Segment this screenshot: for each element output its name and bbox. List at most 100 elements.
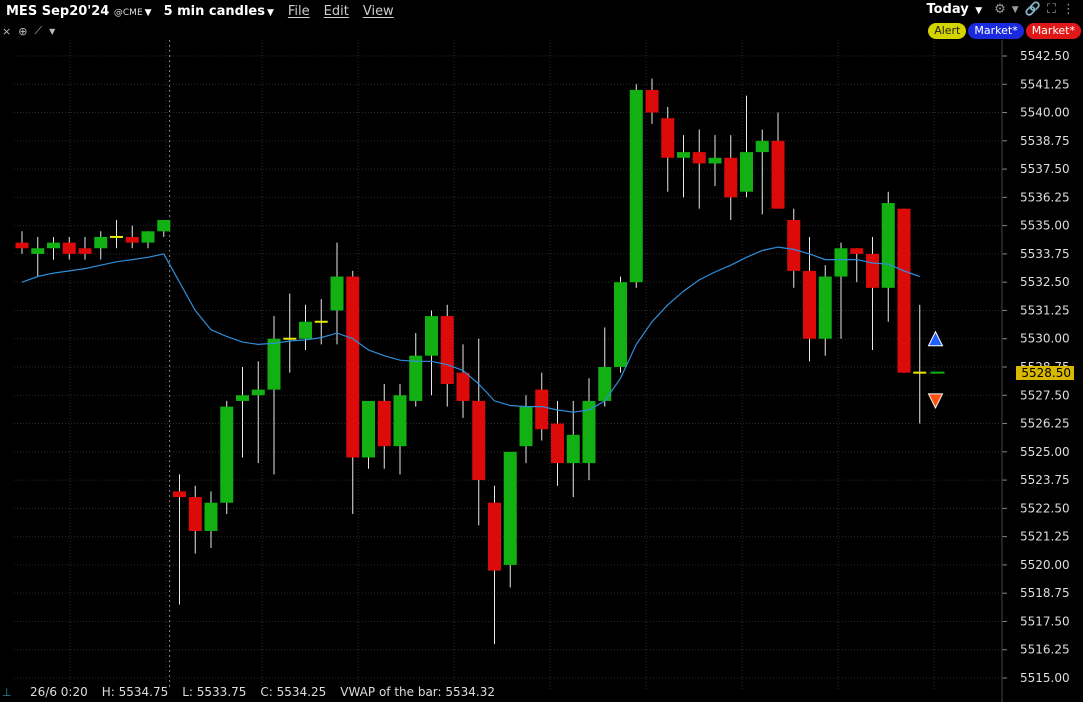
sell-order-marker[interactable] bbox=[927, 393, 944, 410]
menu-file[interactable]: File bbox=[288, 4, 310, 19]
more-icon[interactable]: ⋮ bbox=[1062, 2, 1075, 17]
candle bbox=[645, 78, 659, 124]
candle bbox=[299, 304, 312, 351]
header-tools: Today ▼ ⚙ ▼ 🔗 ⛶ ⋮ bbox=[926, 2, 1075, 17]
price-tick-label: 5535.00 bbox=[1020, 219, 1070, 233]
candle-body bbox=[157, 219, 171, 232]
candle-body bbox=[330, 276, 344, 311]
candle bbox=[740, 95, 753, 198]
candle-body bbox=[188, 497, 202, 531]
symbol-label[interactable]: MES Sep20'24 @CME ▼ bbox=[6, 4, 152, 19]
candle-body bbox=[661, 118, 675, 158]
candle bbox=[283, 293, 297, 373]
candle-body bbox=[566, 434, 580, 464]
candle bbox=[204, 491, 218, 548]
expand-icon[interactable]: ⛶ bbox=[1047, 2, 1056, 17]
candle-body bbox=[409, 355, 423, 401]
candle-body bbox=[645, 89, 659, 113]
candle-body bbox=[708, 157, 722, 164]
candle bbox=[551, 400, 564, 486]
candle-body bbox=[94, 236, 108, 249]
candle-body bbox=[866, 253, 879, 288]
candle bbox=[330, 242, 344, 345]
price-tick-label: 5542.50 bbox=[1020, 49, 1070, 63]
price-tick-label: 5518.75 bbox=[1020, 586, 1070, 600]
candle-body bbox=[488, 502, 501, 571]
candlestick-chart[interactable]: 5542.50 5541.25 5540.00 5538.75 5537.50 5536.… bbox=[0, 40, 1083, 702]
candle-body bbox=[425, 316, 438, 356]
alert-button[interactable]: Alert bbox=[928, 23, 967, 39]
candle bbox=[566, 400, 580, 498]
price-tick-label: 5530.00 bbox=[1020, 332, 1070, 346]
order-buttons: Alert Market* Market* bbox=[928, 23, 1081, 39]
menu-view[interactable]: View bbox=[363, 4, 394, 19]
price-tick-label: 5516.25 bbox=[1020, 643, 1070, 657]
candle-body bbox=[535, 389, 549, 430]
candle bbox=[897, 208, 911, 373]
candle bbox=[913, 304, 927, 424]
candle bbox=[866, 236, 879, 351]
status-close: C: 5534.25 bbox=[260, 685, 327, 699]
candle-body bbox=[472, 400, 486, 481]
candle bbox=[834, 242, 848, 339]
crosshair-icon[interactable]: ⊕ bbox=[16, 25, 27, 38]
price-tick-label: 5525.00 bbox=[1020, 445, 1070, 459]
status-date: 26/6 0:20 bbox=[30, 685, 88, 699]
drawing-toolbar: × ⊕ ⟋ ▼ bbox=[0, 22, 300, 40]
candle bbox=[503, 451, 517, 588]
candle bbox=[425, 310, 438, 396]
chevron-down-icon[interactable]: ▼ bbox=[47, 27, 55, 36]
chart-type-icon[interactable]: ⊥ bbox=[2, 686, 12, 699]
candle bbox=[881, 191, 895, 322]
last-price-tag: 5528.50 bbox=[1016, 365, 1074, 380]
price-tick-label: 5517.50 bbox=[1020, 614, 1070, 628]
close-icon[interactable]: × bbox=[0, 25, 11, 38]
candle-body bbox=[456, 372, 470, 401]
candle-body bbox=[267, 338, 281, 390]
candle bbox=[78, 236, 92, 260]
menu-edit[interactable]: Edit bbox=[324, 4, 349, 19]
gear-icon[interactable]: ⚙ bbox=[994, 2, 1006, 17]
candle-body bbox=[818, 276, 832, 339]
interval-selector[interactable]: 5 min candles ▼ bbox=[164, 4, 274, 19]
price-tick-label: 5523.75 bbox=[1020, 473, 1070, 487]
price-tick-label: 5520.00 bbox=[1020, 558, 1070, 572]
range-selector[interactable]: Today ▼ bbox=[926, 2, 982, 17]
candle-body bbox=[236, 395, 249, 401]
vwap-line bbox=[21, 246, 920, 413]
link-icon[interactable]: 🔗 bbox=[1025, 2, 1041, 17]
order-markers[interactable] bbox=[927, 330, 945, 410]
market-sell-button[interactable]: Market* bbox=[1025, 23, 1081, 39]
candle-body bbox=[141, 231, 155, 243]
candle bbox=[31, 236, 45, 277]
candle-body bbox=[724, 157, 738, 198]
candle bbox=[110, 219, 123, 249]
candle-body bbox=[598, 367, 612, 401]
candle bbox=[677, 135, 690, 198]
price-tick-label: 5533.75 bbox=[1020, 247, 1070, 261]
candle-body bbox=[677, 152, 690, 158]
candle-body bbox=[62, 242, 76, 254]
buy-order-marker[interactable] bbox=[927, 330, 944, 347]
chevron-down-icon[interactable]: ▼ bbox=[1012, 5, 1019, 15]
candle bbox=[409, 333, 423, 407]
candle-body bbox=[251, 389, 265, 396]
candle bbox=[362, 400, 375, 469]
range-text: Today bbox=[926, 2, 969, 17]
chart-grid bbox=[14, 40, 1000, 690]
candle-body bbox=[47, 242, 60, 249]
price-tick-label: 5527.50 bbox=[1020, 388, 1070, 402]
candle-body bbox=[173, 491, 186, 498]
candle bbox=[173, 474, 186, 605]
price-tick-label: 5515.00 bbox=[1020, 671, 1070, 685]
candle-body bbox=[393, 395, 407, 447]
candle bbox=[456, 344, 470, 418]
candle-body bbox=[78, 248, 92, 254]
candle bbox=[251, 361, 265, 464]
drawing-tools-icon[interactable]: ⟋ bbox=[32, 24, 42, 38]
candle-body bbox=[834, 248, 848, 277]
price-tick-label: 5532.50 bbox=[1020, 275, 1070, 289]
candle-body bbox=[377, 400, 391, 447]
candle bbox=[708, 135, 722, 187]
market-buy-button[interactable]: Market* bbox=[968, 23, 1024, 39]
